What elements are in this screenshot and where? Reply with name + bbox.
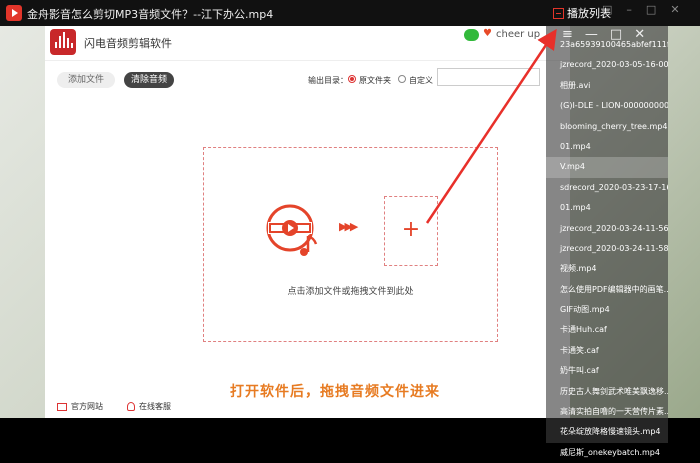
annotation-arrow bbox=[425, 28, 557, 224]
playlist-item[interactable]: 威尼斯_onekeybatch.mp4 bbox=[546, 443, 668, 463]
